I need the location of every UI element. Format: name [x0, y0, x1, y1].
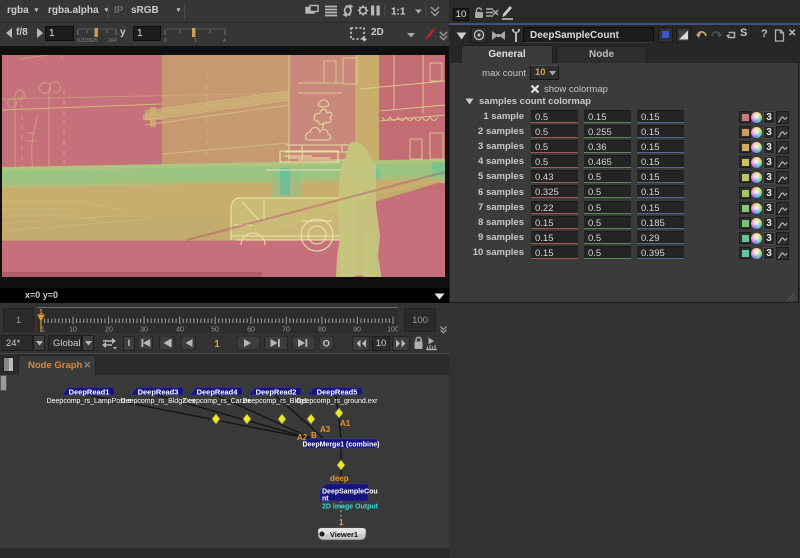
svg-text:deep: deep	[330, 474, 349, 483]
svg-text:2D image Output: 2D image Output	[322, 504, 379, 511]
svg-text:1: 1	[214, 339, 220, 350]
svg-text:A1: A1	[340, 419, 351, 428]
svg-text:Deepcomp_rs_LampPost.e: Deepcomp_rs_LampPost.e	[47, 398, 132, 405]
svg-text:1:1: 1:1	[391, 7, 406, 18]
svg-text:20: 20	[105, 327, 113, 334]
svg-text:DeepRead4: DeepRead4	[197, 388, 239, 397]
svg-text:DeepSampleCou: DeepSampleCou	[322, 489, 378, 496]
svg-text:DeepRead3: DeepRead3	[138, 388, 179, 397]
svg-text:0: 0	[164, 38, 167, 43]
svg-text:10: 10	[69, 327, 77, 334]
svg-text:4: 4	[223, 38, 226, 43]
svg-text:B: B	[311, 431, 317, 440]
svg-text:DeepRead1: DeepRead1	[69, 388, 110, 397]
svg-text:Deepcomp_rs_ground.exr: Deepcomp_rs_ground.exr	[297, 398, 379, 405]
svg-text:DeepRead5: DeepRead5	[317, 388, 358, 397]
svg-text:Deepcomp_rs_Car.ex: Deepcomp_rs_Car.ex	[183, 398, 251, 405]
svg-text:Viewer1: Viewer1	[330, 530, 358, 539]
svg-text:1: 1	[194, 38, 197, 43]
svg-text:60: 60	[247, 327, 255, 334]
svg-text:40: 40	[176, 327, 184, 334]
svg-text:1: 1	[339, 518, 344, 527]
svg-text:90: 90	[353, 327, 361, 334]
svg-text:70: 70	[282, 327, 290, 334]
svg-text:100: 100	[387, 327, 398, 334]
svg-text:80: 80	[318, 327, 326, 334]
svg-text:A3: A3	[320, 425, 331, 434]
svg-text:1: 1	[41, 327, 45, 334]
svg-text:nt: nt	[322, 496, 329, 503]
svg-text:0.015625: 0.015625	[77, 38, 98, 43]
svg-text:30: 30	[140, 327, 148, 334]
svg-text:DeepMerge1 (combine): DeepMerge1 (combine)	[302, 442, 379, 449]
svg-text:O: O	[323, 339, 330, 349]
svg-text:164: 164	[108, 38, 117, 43]
svg-text:50: 50	[211, 327, 219, 334]
svg-text:DeepRead2: DeepRead2	[256, 388, 297, 397]
